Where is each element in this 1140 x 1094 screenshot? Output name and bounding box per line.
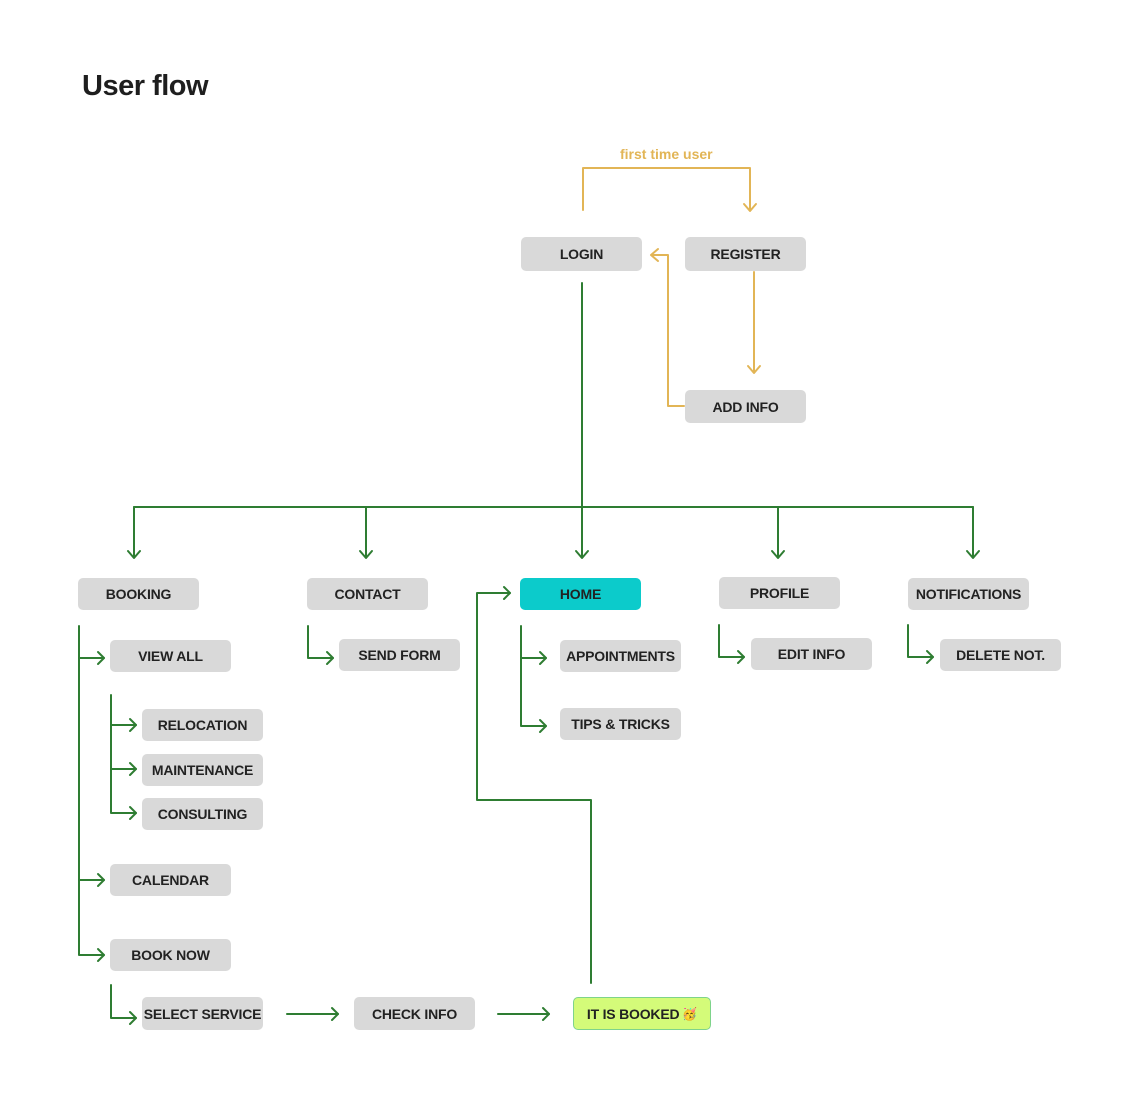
node-book-now[interactable]: BOOK NOW <box>110 939 231 971</box>
node-maintenance[interactable]: MAINTENANCE <box>142 754 263 786</box>
node-view-all[interactable]: VIEW ALL <box>110 640 231 672</box>
flow-connectors <box>78 167 980 1025</box>
connector-login-to-register <box>582 167 751 211</box>
node-consulting[interactable]: CONSULTING <box>142 798 263 830</box>
node-tips-tricks[interactable]: TIPS & TRICKS <box>560 708 681 740</box>
node-contact[interactable]: CONTACT <box>307 578 428 610</box>
node-check-info[interactable]: CHECK INFO <box>354 997 475 1030</box>
node-add-info[interactable]: ADD INFO <box>685 390 806 423</box>
first-time-user-label: first time user <box>620 146 713 162</box>
party-face-icon: 🥳 <box>682 1006 698 1021</box>
node-booking[interactable]: BOOKING <box>78 578 199 610</box>
node-profile[interactable]: PROFILE <box>719 577 840 609</box>
connector-home-trunk <box>520 625 547 727</box>
node-appointments[interactable]: APPOINTMENTS <box>560 640 681 672</box>
node-send-form[interactable]: SEND FORM <box>339 639 460 671</box>
node-calendar[interactable]: CALENDAR <box>110 864 231 896</box>
connector-viewall-subtree <box>110 694 137 814</box>
node-register[interactable]: REGISTER <box>685 237 806 271</box>
node-relocation[interactable]: RELOCATION <box>142 709 263 741</box>
node-it-is-booked[interactable]: IT IS BOOKED 🥳 <box>573 997 711 1030</box>
connector-booking-trunk <box>78 625 105 956</box>
node-delete-not[interactable]: DELETE NOT. <box>940 639 1061 671</box>
connector-addinfo-to-login <box>651 254 685 407</box>
node-select-service[interactable]: SELECT SERVICE <box>142 997 263 1030</box>
auth-connectors <box>582 167 761 407</box>
node-login[interactable]: LOGIN <box>521 237 642 271</box>
it-is-booked-label: IT IS BOOKED <box>586 1005 680 1022</box>
node-home[interactable]: HOME <box>520 578 641 610</box>
node-notifications[interactable]: NOTIFICATIONS <box>908 578 1029 610</box>
node-edit-info[interactable]: EDIT INFO <box>751 638 872 670</box>
